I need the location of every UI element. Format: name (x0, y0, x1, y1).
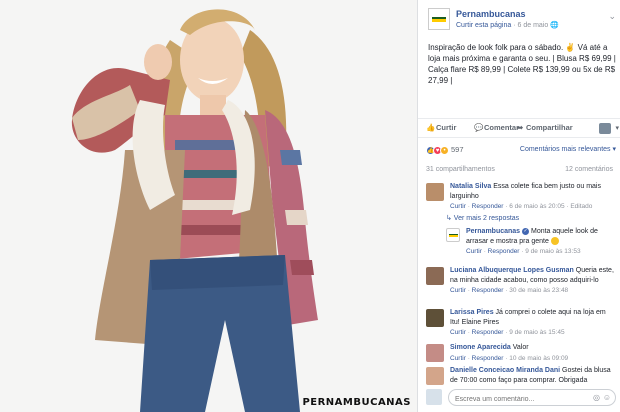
comment-like-link[interactable]: Curtir (450, 329, 466, 336)
view-more-replies-link[interactable]: ↳ Ver mais 2 respostas (446, 214, 519, 222)
verified-badge-icon: ✓ (522, 227, 530, 235)
model-illustration (0, 0, 417, 412)
like-page-link[interactable]: Curtir esta página (456, 22, 511, 29)
wow-reaction-icon: • (440, 145, 449, 155)
commenter-avatar[interactable] (426, 267, 444, 285)
comment-body: Larissa Pires Já comprei o colete aqui n… (450, 308, 616, 338)
reaction-count: 597 (451, 145, 464, 154)
reply-author[interactable]: Pernambucanas (466, 228, 520, 235)
post-meta: Curtir esta página · 6 de maio 🌐 (456, 21, 559, 29)
comment-button-label: Comentar (484, 123, 520, 132)
viewer-avatar (426, 389, 442, 405)
comment-icon: 💬 (474, 123, 484, 132)
comment-button[interactable]: 💬Comentar (474, 123, 519, 132)
post-photo[interactable]: PERNAMBUCANAS (0, 0, 417, 412)
comments-count[interactable]: 12 comentários (565, 166, 613, 173)
camera-icon[interactable]: ◎ (593, 393, 600, 402)
comment-meta: Curtir · Responder · 30 de maio às 23:48 (450, 287, 569, 294)
comment-reply-link[interactable]: Responder (472, 355, 504, 362)
page-name-link[interactable]: Pernambucanas (456, 9, 526, 19)
comment-sort-dropdown[interactable]: Comentários mais relevantes ▾ (520, 145, 616, 153)
comment-input[interactable] (448, 389, 616, 406)
page-reply: Pernambucanas ✓ Monta aquele look de arr… (446, 227, 616, 257)
comment-reply-link[interactable]: Responder (472, 287, 504, 294)
post-date[interactable]: 6 de maio (518, 22, 549, 29)
commenter-avatar[interactable] (426, 344, 444, 362)
shares-count[interactable]: 31 compartilhamentos (426, 166, 495, 173)
comment-time[interactable]: 9 de maio às 15:45 (509, 329, 564, 336)
post-text: Inspiração de look folk para o sábado. ✌… (428, 43, 616, 85)
caret-down-icon[interactable]: ▾ (615, 124, 619, 132)
comment-reply-link[interactable]: Responder (472, 329, 504, 336)
post-stats: 31 compartilhamentos 12 comentários (426, 166, 613, 173)
comment-author[interactable]: Luciana Albuquerque Lopes Gusman (450, 267, 574, 274)
comment: Luciana Albuquerque Lopes Gusman Queria … (426, 266, 616, 306)
action-bar: 👍Curtir 💬Comentar ➦ Compartilhar ▾ (418, 118, 620, 138)
comment: Natalia Silva Essa colete fica bem justo… (426, 182, 616, 212)
comment-meta: Curtir · Responder · 6 de maio às 20:05 … (450, 203, 593, 210)
comment-edited: Editado (570, 203, 593, 210)
comment-author[interactable]: Danielle Conceicao Miranda Dani (450, 367, 560, 374)
comment-time[interactable]: 6 de maio às 20:05 (509, 203, 564, 210)
comment-author[interactable]: Simone Aparecida (450, 344, 511, 351)
post-panel: Pernambucanas Curtir esta página · 6 de … (417, 0, 620, 412)
like-button-label: Curtir (436, 123, 457, 132)
comment-body: Simone Aparecida Valor Curtir · Responde… (450, 343, 616, 363)
comment-time[interactable]: 30 de maio às 23:48 (509, 287, 568, 294)
smiley-emoji-icon (550, 236, 559, 245)
comment: Larissa Pires Já comprei o colete aqui n… (426, 308, 616, 340)
page-reply-avatar[interactable] (446, 228, 460, 242)
reply-reply-link[interactable]: Responder (488, 248, 520, 255)
comment-author[interactable]: Larissa Pires (450, 309, 494, 316)
comment-body: Danielle Conceicao Miranda Dani Gostei d… (450, 366, 616, 385)
comment-like-link[interactable]: Curtir (450, 203, 466, 210)
share-icon: ➦ (516, 123, 524, 132)
post-header: Pernambucanas Curtir esta página · 6 de … (428, 8, 616, 34)
emoji-icon[interactable]: ☺ (603, 393, 611, 402)
like-button[interactable]: 👍Curtir (426, 123, 456, 132)
logo-mark (432, 17, 446, 22)
comment: Simone Aparecida Valor Curtir · Responde… (426, 343, 616, 365)
comment-meta: Curtir · Responder · 10 de maio às 09:09 (450, 354, 569, 362)
reactions-summary[interactable]: 👍♥ • 597 (426, 145, 464, 155)
actor-selector-avatar[interactable] (599, 123, 611, 134)
reply-like-link[interactable]: Curtir (466, 248, 482, 255)
comment-reply-link[interactable]: Responder (472, 203, 504, 210)
globe-icon: 🌐 (550, 22, 559, 29)
logo-mark (449, 234, 458, 237)
comment-body: Luciana Albuquerque Lopes Gusman Queria … (450, 266, 616, 296)
comment-author[interactable]: Natalia Silva (450, 183, 491, 190)
comment-meta: Curtir · Responder · 9 de maio às 15:45 (450, 329, 565, 336)
commenter-avatar[interactable] (426, 183, 444, 201)
comment-like-link[interactable]: Curtir (450, 287, 466, 294)
comment: Danielle Conceicao Miranda Dani Gostei d… (426, 366, 616, 388)
commenter-avatar[interactable] (426, 367, 444, 385)
brand-watermark: PERNAMBUCANAS (302, 397, 411, 408)
commenter-avatar[interactable] (426, 309, 444, 327)
share-button[interactable]: ➦ Compartilhar (516, 123, 573, 132)
comment-like-link[interactable]: Curtir (450, 355, 466, 362)
comment-time[interactable]: 10 de maio às 09:09 (509, 355, 568, 362)
chevron-down-icon[interactable]: ⌄ (608, 11, 616, 22)
page-avatar[interactable] (428, 8, 450, 30)
comment-text: Valor (512, 344, 529, 351)
thumbs-up-icon: 👍 (426, 123, 436, 132)
comment-body: Natalia Silva Essa colete fica bem justo… (450, 182, 616, 212)
reply-time[interactable]: 9 de maio às 13:53 (525, 248, 580, 255)
comment-composer: ◎ ☺ (426, 389, 616, 407)
share-button-label: Compartilhar (526, 123, 573, 132)
reply-meta: Curtir · Responder · 9 de maio às 13:53 (466, 248, 581, 255)
reply-body: Pernambucanas ✓ Monta aquele look de arr… (466, 227, 616, 257)
